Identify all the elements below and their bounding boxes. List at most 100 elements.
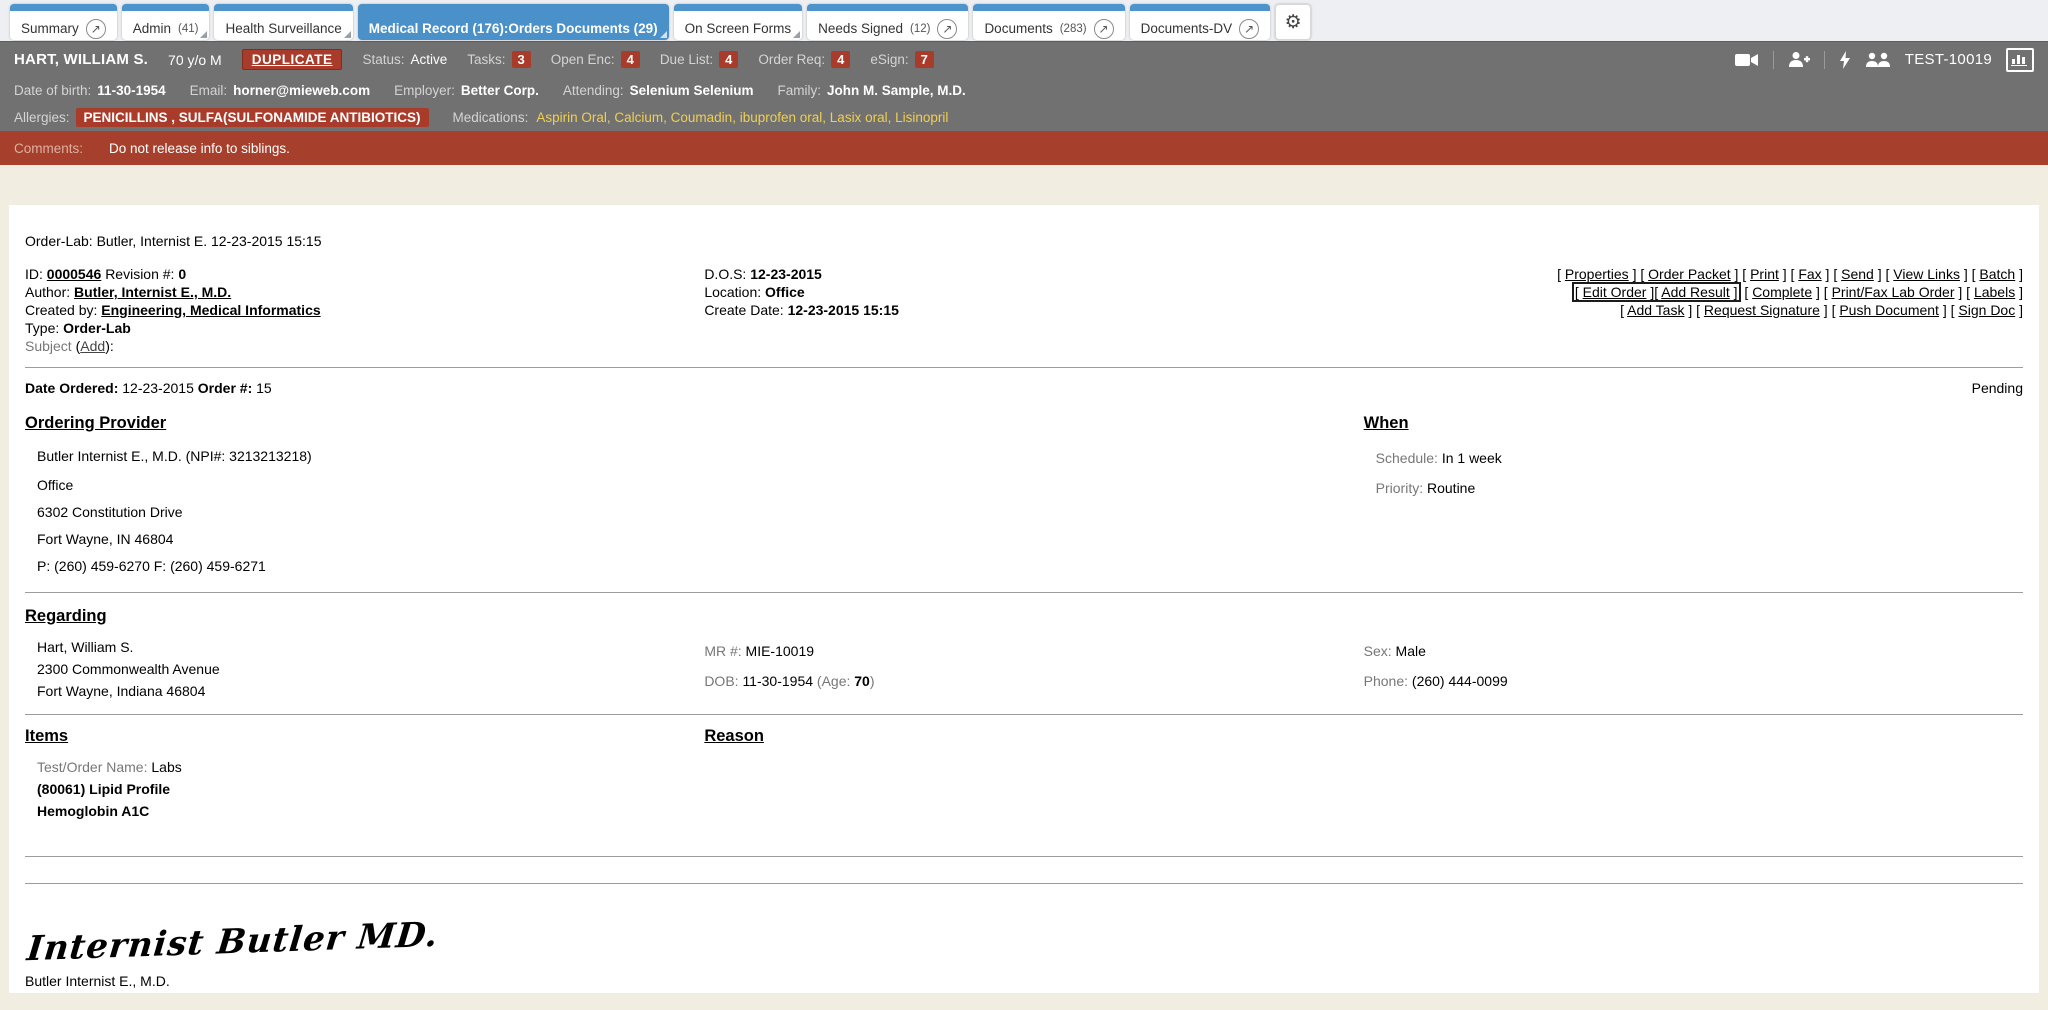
print-link[interactable]: Print (1742, 266, 1786, 282)
focused-action-group: Edit OrderAdd Result (1572, 282, 1741, 302)
ordering-provider-block: Butler Internist E., M.D. (NPI#: 3213213… (25, 443, 1364, 580)
age-value: 70 (854, 673, 870, 689)
tab-label: Admin (133, 21, 171, 36)
tab-count: (12) (910, 23, 930, 35)
send-link[interactable]: Send (1833, 266, 1881, 282)
tab-documents-dv[interactable]: Documents-DV ↗ (1130, 4, 1271, 40)
tasks-count-badge[interactable]: 3 (512, 51, 531, 68)
tab-admin[interactable]: Admin (41) (122, 4, 210, 40)
author-link[interactable]: Butler, Internist E., M.D. (74, 284, 231, 300)
signature-datetime: 12-23-2015 15:15 (25, 991, 2023, 993)
document-actions: Properties Order Packet Print Fax Send V… (1284, 265, 2023, 355)
medication-link[interactable]: Calcium (607, 110, 663, 125)
people-icon[interactable] (1865, 52, 1891, 68)
created-by-link[interactable]: Engineering, Medical Informatics (101, 302, 320, 318)
gear-icon: ⚙ (1285, 11, 1302, 34)
signature-image: Internist Butler MD. (25, 915, 440, 970)
regarding-heading: Regarding (25, 607, 2023, 626)
medication-link[interactable]: Lasix oral (822, 110, 887, 125)
date-ordered-value: 12-23-2015 (122, 380, 194, 396)
divider (25, 367, 2023, 368)
order-req-count-badge[interactable]: 4 (831, 51, 850, 68)
allergies-medications-row: Allergies: PENICILLINS , SULFA(SULFONAMI… (0, 104, 2048, 131)
duplicate-badge[interactable]: DUPLICATE (242, 49, 343, 70)
esign-count-badge[interactable]: 7 (915, 51, 934, 68)
print-fax-lab-order-link[interactable]: Print/Fax Lab Order (1824, 284, 1963, 300)
order-item: Hemoglobin A1C (37, 800, 2023, 822)
subject-add-link[interactable]: Add (76, 338, 114, 354)
reason-heading: Reason (704, 727, 764, 745)
tab-summary[interactable]: Summary ↗ (10, 4, 117, 40)
tab-documents[interactable]: Documents (283) ↗ (973, 4, 1124, 40)
regarding-contact-block: Sex: Male Phone: (260) 444-0099 (1364, 636, 2023, 702)
create-date-value: 12-23-2015 15:15 (788, 302, 899, 318)
request-signature-link[interactable]: Request Signature (1696, 302, 1828, 318)
employer-value: Better Corp. (461, 83, 539, 98)
allergies-badge[interactable]: PENICILLINS , SULFA(SULFONAMIDE ANTIBIOT… (76, 108, 429, 127)
external-link-icon[interactable]: ↗ (1094, 19, 1114, 39)
document-id-link[interactable]: 0000546 (47, 266, 102, 282)
medication-link[interactable]: ibuprofen oral (732, 110, 822, 125)
add-task-link[interactable]: Add Task (1620, 302, 1692, 318)
external-link-icon[interactable]: ↗ (86, 19, 106, 39)
order-packet-link[interactable]: Order Packet (1640, 266, 1738, 282)
tasks-counter: Tasks: 3 (467, 51, 531, 68)
tab-label: Documents-DV (1141, 21, 1233, 36)
tab-count: (41) (178, 23, 198, 35)
person-add-icon[interactable] (1788, 51, 1810, 68)
patient-status: Status: Active (362, 52, 447, 67)
tab-label: Medical Record (176):Orders Documents (2… (369, 21, 658, 36)
properties-link[interactable]: Properties (1557, 266, 1636, 282)
external-link-icon[interactable]: ↗ (937, 19, 957, 39)
regarding-mr-block: MR #: MIE-10019 DOB: 11-30-1954 (Age: 70… (704, 636, 1363, 702)
open-enc-counter: Open Enc: 4 (551, 51, 640, 68)
external-link-icon[interactable]: ↗ (1239, 19, 1259, 39)
patient-header-bar: HART, WILLIAM S. 70 y/o M DUPLICATE Stat… (0, 41, 2048, 77)
medication-link[interactable]: Aspirin Oral (536, 110, 607, 125)
esign-counter: eSign: 7 (870, 51, 934, 68)
sex-value: Male (1396, 643, 1426, 659)
divider (25, 883, 2023, 884)
comments-bar: Comments: Do not release info to sibling… (0, 131, 2048, 165)
tab-needs-signed[interactable]: Needs Signed (12) ↗ (807, 4, 968, 40)
items-block: Test/Order Name: Labs (80061) Lipid Prof… (25, 756, 2023, 822)
medication-link[interactable]: Coumadin (663, 110, 732, 125)
labels-link[interactable]: Labels (1966, 284, 2023, 300)
system-id: TEST-10019 (1905, 51, 1992, 68)
due-list-count-badge[interactable]: 4 (719, 51, 738, 68)
items-heading: Items (25, 727, 68, 745)
view-links-link[interactable]: View Links (1886, 266, 1968, 282)
tab-medical-record-orders-documents[interactable]: Medical Record (176):Orders Documents (2… (358, 4, 669, 40)
tab-label: Summary (21, 21, 79, 36)
signer-name: Butler Internist E., M.D. (25, 972, 2023, 991)
add-result-link[interactable]: Add Result (1654, 284, 1737, 300)
tab-bar: Summary ↗ Admin (41) Health Surveillance… (0, 0, 2048, 41)
fax-link[interactable]: Fax (1791, 266, 1830, 282)
bar-chart-icon[interactable] (2006, 48, 2034, 72)
date-of-birth-value: 11-30-1954 (97, 83, 165, 98)
comments-text: Do not release info to siblings. (109, 141, 290, 156)
divider (25, 714, 2023, 715)
medication-link[interactable]: Lisinopril (888, 110, 949, 125)
patient-name: HART, WILLIAM S. (14, 51, 148, 68)
complete-link[interactable]: Complete (1744, 284, 1819, 300)
phone-value: (260) 444-0099 (1412, 673, 1508, 689)
when-block: Schedule: In 1 week Priority: Routine (1364, 443, 2023, 503)
attending-value: Selenium Selenium (630, 83, 754, 98)
schedule-value: In 1 week (1442, 450, 1502, 466)
settings-gear-button[interactable]: ⚙ (1275, 4, 1311, 40)
sign-doc-link[interactable]: Sign Doc (1951, 302, 2023, 318)
priority-value: Routine (1427, 480, 1475, 496)
lightning-icon[interactable] (1839, 51, 1851, 69)
batch-link[interactable]: Batch (1972, 266, 2023, 282)
tab-label: Health Surveillance (225, 21, 341, 36)
open-enc-count-badge[interactable]: 4 (621, 51, 640, 68)
tab-on-screen-forms[interactable]: On Screen Forms (674, 4, 803, 40)
edit-order-link[interactable]: Edit Order (1575, 284, 1654, 300)
due-list-counter: Due List: 4 (660, 51, 739, 68)
push-document-link[interactable]: Push Document (1832, 302, 1947, 318)
mr-number-value: MIE-10019 (746, 643, 814, 659)
divider (25, 856, 2023, 857)
video-camera-icon[interactable] (1735, 52, 1759, 68)
tab-health-surveillance[interactable]: Health Surveillance (214, 4, 352, 40)
